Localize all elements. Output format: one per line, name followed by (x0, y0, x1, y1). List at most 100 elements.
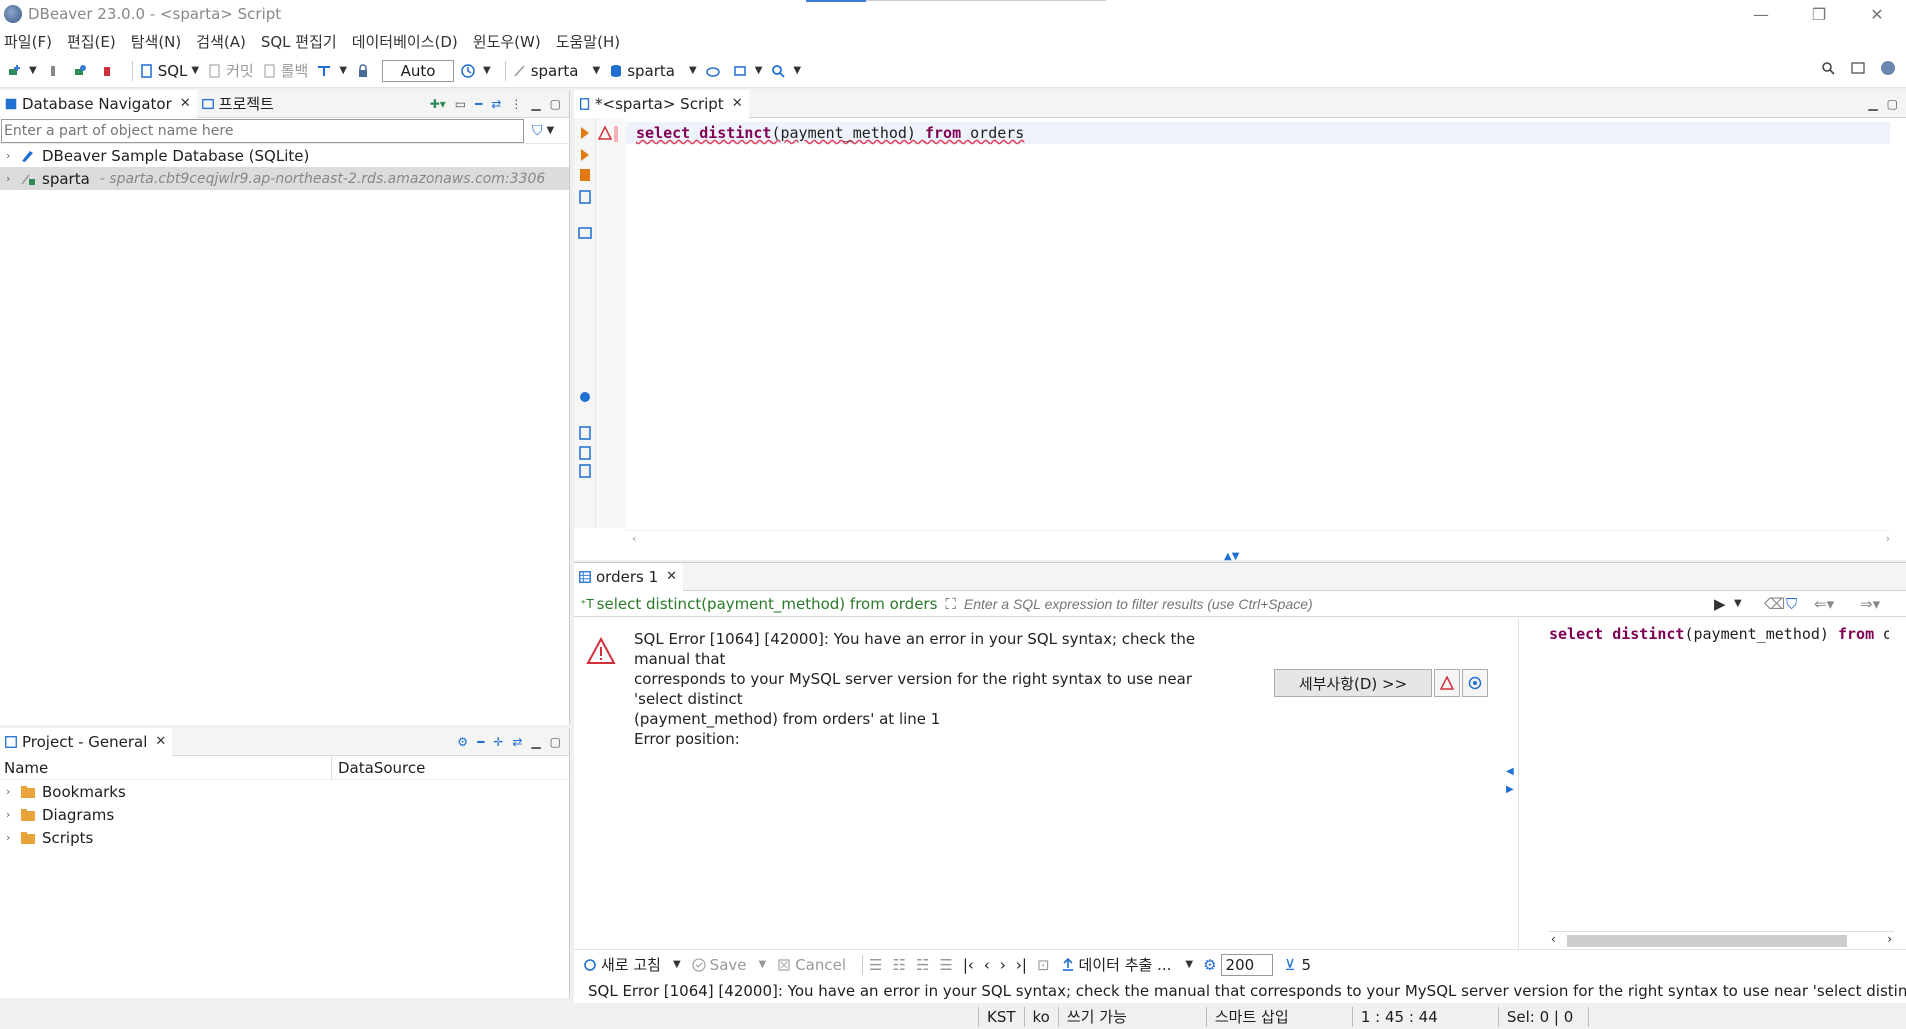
minimize-icon[interactable]: ▁ (1868, 97, 1877, 111)
chevron-down-icon[interactable]: ▼ (793, 65, 801, 76)
chevron-down-icon[interactable]: ▼ (1185, 959, 1193, 970)
sash-toggle-icon[interactable]: ▲▼ (1224, 551, 1239, 562)
edit-row-icon[interactable]: ☰ (869, 956, 882, 974)
chevron-down-icon[interactable]: ▼ (191, 65, 199, 76)
side-horizontal-scrollbar[interactable]: ‹ › (1549, 931, 1894, 949)
close-button[interactable]: ✕ (1848, 0, 1906, 28)
maximize-icon[interactable]: ▢ (550, 735, 561, 749)
new-connection-button[interactable]: ▼ (6, 63, 37, 79)
tab-projects[interactable]: 프로젝트 (197, 90, 280, 118)
tree-item-sample-database[interactable]: › DBeaver Sample Database (SQLite) (0, 144, 569, 167)
view-menu-icon[interactable]: ⋮ (510, 97, 522, 111)
tab-orders-1[interactable]: orders 1 ✕ (574, 562, 684, 591)
back-icon[interactable]: ⇐▾ (1814, 595, 1834, 613)
tree-item-sparta[interactable]: › sparta - sparta.cbt9ceqjwlr9.ap-northe… (0, 167, 569, 190)
close-icon[interactable]: ✕ (180, 96, 191, 111)
dbeaver-perspective-icon[interactable] (1880, 60, 1896, 76)
settings-icon[interactable]: ⚙ (1203, 956, 1216, 974)
previous-page-icon[interactable]: ‹ (984, 956, 990, 974)
tab-sparta-script[interactable]: *<sparta> Script ✕ (574, 89, 749, 118)
menu-search[interactable]: 검색(A) (196, 31, 246, 52)
menu-file[interactable]: 파일(F) (4, 31, 52, 52)
active-schema-selector[interactable]: sparta ▼ (608, 62, 697, 80)
menu-help[interactable]: 도움말(H) (556, 31, 620, 52)
maximize-icon[interactable]: ▢ (550, 97, 561, 111)
sql-code-line[interactable]: select distinct(payment_method) from ord… (626, 122, 1890, 144)
chevron-down-icon[interactable]: ▼ (673, 959, 681, 970)
cloud-button[interactable] (705, 63, 724, 79)
minimize-button[interactable]: — (1732, 0, 1790, 28)
search-tool-button[interactable]: ▼ (770, 63, 801, 79)
editor-horizontal-scrollbar[interactable]: ‹ › (626, 530, 1890, 548)
format-icon[interactable] (578, 464, 592, 478)
copy-row-icon[interactable]: ☵ (916, 956, 929, 974)
menu-window[interactable]: 윈도우(W) (473, 31, 541, 52)
export-icon[interactable] (578, 426, 592, 440)
chevron-down-icon[interactable]: ▼ (483, 65, 491, 76)
first-page-icon[interactable]: |‹ (963, 956, 974, 974)
scroll-right-icon[interactable]: › (1886, 532, 1890, 545)
chevron-down-icon[interactable]: ▼ (547, 125, 555, 136)
explain-plan-icon[interactable] (578, 190, 592, 204)
execute-new-tab-icon[interactable] (578, 168, 592, 182)
rollback-button[interactable]: 롤백 (262, 60, 308, 81)
search-icon[interactable] (1820, 60, 1836, 76)
editor-vertical-scrollbar[interactable] (1892, 118, 1906, 528)
fetch-all-icon[interactable]: ⊡ (1037, 956, 1050, 974)
cancel-button[interactable]: Cancel (776, 956, 846, 974)
auto-commit-mode[interactable]: Auto (382, 59, 455, 82)
add-row-icon[interactable]: ☷ (892, 956, 905, 974)
collapse-all-icon[interactable]: ━ (477, 735, 484, 749)
chevron-down-icon[interactable]: ▼ (755, 65, 763, 76)
tab-database-navigator[interactable]: Database Navigator ✕ (0, 89, 197, 118)
settings-icon[interactable] (578, 390, 592, 404)
filter-icon[interactable]: ⛉ (532, 123, 543, 139)
invalidate-button[interactable] (72, 63, 91, 79)
lock-button[interactable] (355, 63, 374, 79)
chevron-down-icon[interactable]: ▼ (339, 65, 347, 76)
filter-icon[interactable]: ⛉ (1786, 595, 1797, 613)
last-page-icon[interactable]: ›| (1016, 956, 1027, 974)
help-button[interactable] (1462, 669, 1488, 697)
close-icon[interactable]: ✕ (155, 734, 166, 749)
next-page-icon[interactable]: › (1000, 956, 1006, 974)
chevron-down-icon[interactable]: ▼ (689, 65, 697, 76)
execute-statement-icon[interactable] (578, 126, 592, 140)
details-button[interactable]: 세부사항(D) >> (1274, 669, 1432, 697)
new-folder-icon[interactable]: ▭ (455, 97, 466, 111)
column-header-name[interactable]: Name (0, 755, 332, 780)
sql-editor-button[interactable]: SQL ▼ (139, 62, 199, 80)
close-icon[interactable]: ✕ (732, 96, 743, 111)
apply-filter-icon[interactable]: ▶ (1714, 595, 1726, 613)
error-log-button[interactable] (1434, 669, 1460, 697)
expand-arrow-icon[interactable]: › (6, 831, 20, 844)
clear-filter-icon[interactable]: ⌫ (1764, 595, 1785, 613)
save-button[interactable]: Save ▼ (691, 956, 766, 974)
transaction-mode-button[interactable]: ▼ (316, 63, 347, 79)
object-search-input[interactable] (1, 118, 524, 143)
scroll-left-icon[interactable]: ‹ (632, 532, 636, 545)
menu-sql-editor[interactable]: SQL 편집기 (261, 31, 337, 52)
export-data-button[interactable]: 데이터 추출 ... ▼ (1060, 954, 1193, 975)
tree-item-bookmarks[interactable]: › Bookmarks (0, 780, 569, 803)
link-editor-icon[interactable]: ⇄ (491, 97, 501, 111)
expand-arrow-icon[interactable]: › (6, 149, 20, 162)
close-icon[interactable]: ✕ (666, 569, 677, 584)
restore-button[interactable]: ❐ (1790, 0, 1848, 28)
import-icon[interactable] (578, 446, 592, 460)
tab-project-general[interactable]: Project - General ✕ (0, 727, 173, 756)
forward-icon[interactable]: ⇒▾ (1860, 595, 1880, 613)
terminal-icon[interactable] (578, 226, 592, 240)
panel-toggle-icon[interactable]: ◀ ▶ (1506, 763, 1514, 799)
expand-arrow-icon[interactable]: › (6, 172, 20, 185)
scroll-right-icon[interactable]: › (1887, 932, 1892, 946)
maximize-icon[interactable]: ▢ (1887, 97, 1898, 111)
new-connection-icon[interactable]: ✚▾ (430, 97, 446, 111)
settings-icon[interactable]: ⚙ (457, 735, 468, 749)
disconnect-button[interactable] (99, 63, 118, 79)
minimize-icon[interactable]: ▁ (531, 97, 540, 111)
connect-button[interactable] (45, 63, 64, 79)
query-label[interactable]: select distinct(payment_method) from ord… (594, 595, 938, 613)
history-button[interactable]: ▼ (460, 63, 491, 79)
filter-history-icon[interactable]: ▼ (1734, 598, 1742, 609)
